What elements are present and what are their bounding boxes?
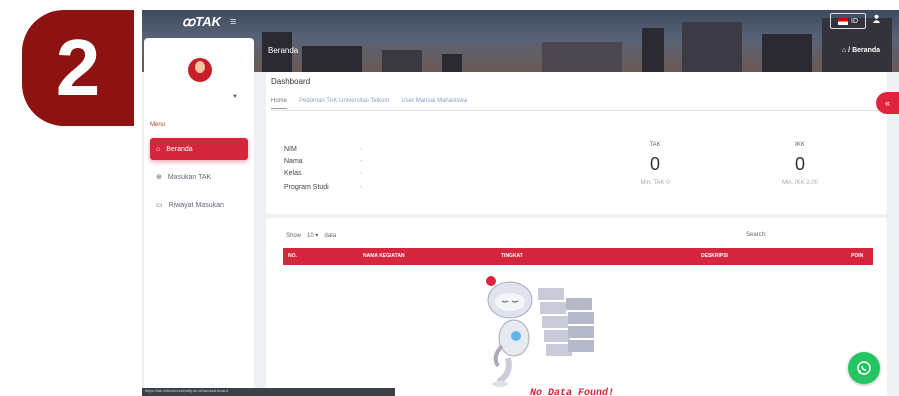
hamburger-menu-icon[interactable]: ≡ bbox=[230, 16, 236, 28]
nama-label: Nama bbox=[284, 158, 303, 165]
step-number-badge: 2 bbox=[22, 10, 134, 126]
page-title: Beranda bbox=[268, 46, 299, 55]
ikk-min: Min. IKK 2,00 bbox=[781, 180, 819, 186]
activity-table-panel: Show 10 ▾ data Search: NO. NAMA KEGIATAN… bbox=[266, 218, 887, 396]
nim-label: NIM bbox=[284, 146, 297, 153]
column-header-no[interactable]: NO. bbox=[288, 253, 297, 259]
whatsapp-chat-button[interactable] bbox=[848, 352, 880, 384]
sidebar-item-label: Riwayat Masukan bbox=[168, 201, 224, 209]
sidebar-item-riwayat-masukan[interactable]: ▭ Riwayat Masukan bbox=[150, 194, 248, 216]
tak-min: Min. TAK 0 bbox=[640, 180, 670, 186]
collapse-panel-button[interactable]: « bbox=[876, 92, 899, 114]
ikk-value: 0 bbox=[794, 154, 805, 174]
column-header-tingkat[interactable]: TINGKAT bbox=[501, 253, 523, 259]
language-code: ID bbox=[851, 17, 858, 25]
column-header-nama-kegiatan[interactable]: NAMA KEGIATAN bbox=[363, 253, 405, 259]
app-logo[interactable]: ꝏTAK bbox=[182, 14, 221, 30]
data-label: data bbox=[324, 232, 337, 239]
top-navbar: ꝏTAK ≡ ID bbox=[142, 10, 899, 36]
tab-pedoman-tak[interactable]: Pedoman TAK Universitas Telkom bbox=[299, 98, 389, 109]
program-studi-value: - bbox=[360, 184, 363, 191]
nim-value: - bbox=[360, 146, 363, 153]
plus-circle-icon: ⊕ bbox=[156, 174, 162, 181]
menu-section-title: Menu bbox=[150, 122, 166, 128]
entries-control: Show 10 ▾ data bbox=[286, 232, 337, 240]
avatar[interactable] bbox=[188, 58, 212, 82]
sidebar-item-masukan-tak[interactable]: ⊕ Masukan TAK bbox=[150, 166, 248, 188]
folder-icon: ▭ bbox=[156, 202, 163, 209]
program-studi-label: Program Studi bbox=[284, 184, 329, 191]
tab-divider bbox=[271, 110, 883, 111]
tab-home[interactable]: Home bbox=[271, 98, 288, 109]
breadcrumb[interactable]: ⌂ / Beranda bbox=[842, 47, 880, 54]
entries-select[interactable]: 10 ▾ bbox=[307, 232, 318, 239]
ikk-label: IKK bbox=[795, 142, 805, 148]
dashboard-title: Dashboard bbox=[271, 77, 311, 86]
sidebar: ▼ Menu ⌂ Beranda ⊕ Masukan TAK ▭ Riwayat… bbox=[144, 38, 254, 396]
sidebar-item-label: Beranda bbox=[166, 145, 193, 153]
tab-user-manual[interactable]: User Manual Mahasiswa bbox=[401, 98, 467, 109]
app-window: ꝏTAK ≡ ID Beranda ⌂ / Beranda ▼ Menu ⌂ B… bbox=[142, 10, 899, 396]
sidebar-item-beranda[interactable]: ⌂ Beranda bbox=[150, 138, 248, 160]
dashboard-panel: Dashboard Home Pedoman TAK Universitas T… bbox=[266, 72, 887, 214]
browser-status-url: https://tak.telkomuniversity.ac.id/tak/d… bbox=[142, 388, 395, 396]
user-account-icon[interactable] bbox=[872, 14, 881, 25]
chevron-down-icon[interactable]: ▼ bbox=[232, 94, 238, 100]
kelas-value: - bbox=[360, 170, 363, 177]
language-switcher[interactable]: ID bbox=[830, 13, 866, 29]
indonesia-flag-icon bbox=[838, 17, 848, 25]
column-header-deskripsi[interactable]: DESKRIPSI bbox=[701, 253, 728, 259]
show-label: Show bbox=[286, 232, 302, 239]
empty-state-message: No Data Found! bbox=[530, 388, 615, 396]
tak-label: TAK bbox=[649, 142, 661, 148]
home-icon: ⌂ bbox=[156, 145, 161, 153]
tak-value: 0 bbox=[649, 154, 660, 174]
dashboard-tabs: Home Pedoman TAK Universitas Telkom User… bbox=[271, 98, 467, 109]
kelas-label: Kelas bbox=[284, 170, 302, 177]
column-header-poin[interactable]: POIN bbox=[851, 253, 863, 259]
sidebar-item-label: Masukan TAK bbox=[167, 173, 212, 181]
nama-value: - bbox=[360, 158, 363, 165]
whatsapp-icon bbox=[857, 361, 871, 375]
search-label[interactable]: Search: bbox=[746, 232, 767, 238]
table-header: NO. NAMA KEGIATAN TINGKAT DESKRIPSI POIN bbox=[283, 248, 873, 265]
sleeping-robot-illustration bbox=[487, 281, 594, 387]
